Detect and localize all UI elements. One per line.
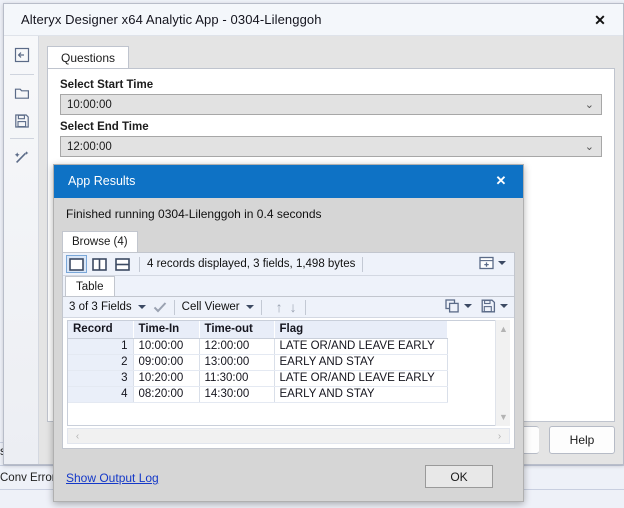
cell-flag: LATE OR/AND LEAVE EARLY xyxy=(274,338,448,355)
ok-button[interactable]: OK xyxy=(425,465,493,488)
select-end-time-dropdown[interactable]: 12:00:00 ⌄ xyxy=(60,136,602,157)
records-info-text: 4 records displayed, 3 fields, 1,498 byt… xyxy=(147,258,356,270)
toolbar-separator-3 xyxy=(173,299,175,315)
cell-flag: EARLY AND STAY xyxy=(274,354,448,371)
app-tabstrip: Questions xyxy=(47,46,615,69)
table-row[interactable]: 3 10:20:00 11:30:00 LATE OR/AND LEAVE EA… xyxy=(68,370,448,387)
cell-record: 2 xyxy=(68,354,134,371)
label-select-end-time: Select End Time xyxy=(60,121,149,133)
move-down-icon[interactable]: ↓ xyxy=(290,299,297,315)
move-up-icon[interactable]: ↑ xyxy=(276,299,283,315)
grid-horizontal-scrollbar[interactable]: ‹ › xyxy=(67,428,510,444)
toolbar-separator-2 xyxy=(362,256,364,272)
cell-time-in: 10:20:00 xyxy=(133,370,200,387)
tab-browse[interactable]: Browse (4) xyxy=(62,231,138,252)
fields-count-label[interactable]: 3 of 3 Fields xyxy=(69,301,132,313)
cell-time-out: 14:30:00 xyxy=(199,386,275,403)
tab-table[interactable]: Table xyxy=(65,276,115,296)
add-table-icon[interactable] xyxy=(479,256,506,270)
cell-flag: LATE OR/AND LEAVE EARLY xyxy=(274,370,448,387)
cell-time-out: 12:00:00 xyxy=(199,338,275,355)
chevron-down-icon[interactable] xyxy=(498,261,506,265)
chevron-down-icon[interactable] xyxy=(464,304,472,308)
horizontal-split-icon[interactable] xyxy=(113,256,132,272)
browse-tabstrip: Browse (4) xyxy=(62,231,515,252)
browse-toolbar: 4 records displayed, 3 fields, 1,498 byt… xyxy=(63,253,514,276)
magic-wand-icon[interactable] xyxy=(11,146,33,168)
cell-time-in: 08:20:00 xyxy=(133,386,200,403)
cell-time-in: 10:00:00 xyxy=(133,338,200,355)
folder-icon[interactable] xyxy=(11,82,33,104)
select-start-time-value: 10:00:00 xyxy=(67,98,112,111)
select-end-time-value: 12:00:00 xyxy=(67,140,112,153)
table-header-row: Record Time-In Time-out Flag xyxy=(68,321,448,339)
app-window-title: Alteryx Designer x64 Analytic App - 0304… xyxy=(21,12,322,27)
checkmark-icon[interactable] xyxy=(153,301,167,313)
close-icon[interactable]: ✕ xyxy=(491,172,511,190)
select-start-time-dropdown[interactable]: 10:00:00 ⌄ xyxy=(60,94,602,115)
column-header-flag[interactable]: Flag xyxy=(274,321,448,339)
bg-label-conv-error: Conv Error xyxy=(0,472,56,484)
cell-time-in: 09:00:00 xyxy=(133,354,200,371)
results-titlebar: App Results ✕ xyxy=(54,165,523,198)
table-row[interactable]: 4 08:20:00 14:30:00 EARLY AND STAY xyxy=(68,386,448,403)
browse-panel: 4 records displayed, 3 fields, 1,498 byt… xyxy=(62,252,515,449)
label-select-start-time: Select Start Time xyxy=(60,79,154,91)
show-output-log-link[interactable]: Show Output Log xyxy=(66,471,159,485)
cell-record: 4 xyxy=(68,386,134,403)
cell-flag: EARLY AND STAY xyxy=(274,386,448,403)
scroll-down-icon[interactable]: ▼ xyxy=(496,410,511,424)
column-header-time-in[interactable]: Time-In xyxy=(133,321,200,339)
chevron-down-icon[interactable] xyxy=(500,304,508,308)
toolbar-separator xyxy=(139,256,140,272)
copy-icon[interactable] xyxy=(445,299,460,313)
cell-time-out: 11:30:00 xyxy=(199,370,275,387)
close-icon[interactable]: ✕ xyxy=(587,9,613,31)
cell-viewer-label[interactable]: Cell Viewer xyxy=(182,301,240,313)
field-toolbar: 3 of 3 Fields Cell Viewer ↑ ↓ xyxy=(63,296,514,318)
save-icon[interactable] xyxy=(481,299,496,313)
column-header-time-out[interactable]: Time-out xyxy=(199,321,275,339)
app-results-dialog: App Results ✕ Finished running 0304-Lile… xyxy=(53,164,524,502)
save-icon[interactable] xyxy=(11,110,33,132)
results-status-text: Finished running 0304-Lilenggoh in 0.4 s… xyxy=(66,207,322,221)
scroll-up-icon[interactable]: ▲ xyxy=(496,322,511,336)
help-button[interactable]: Help xyxy=(549,426,615,454)
app-titlebar: Alteryx Designer x64 Analytic App - 0304… xyxy=(4,4,623,36)
results-table: Record Time-In Time-out Flag 1 10:00:00 … xyxy=(68,321,448,403)
cell-record: 3 xyxy=(68,370,134,387)
vertical-split-icon[interactable] xyxy=(90,256,109,272)
chevron-down-icon: ⌄ xyxy=(584,99,594,111)
rail-separator-2 xyxy=(10,138,34,139)
toolbar-separator-5 xyxy=(304,299,306,315)
tab-questions[interactable]: Questions xyxy=(47,46,130,69)
table-tabstrip: Table xyxy=(63,276,514,296)
column-header-record[interactable]: Record xyxy=(68,321,134,339)
results-dialog-title: App Results xyxy=(68,174,136,188)
table-row[interactable]: 1 10:00:00 12:00:00 LATE OR/AND LEAVE EA… xyxy=(68,338,448,355)
single-pane-icon[interactable] xyxy=(66,255,87,273)
results-grid[interactable]: Record Time-In Time-out Flag 1 10:00:00 … xyxy=(67,320,510,426)
table-row[interactable]: 2 09:00:00 13:00:00 EARLY AND STAY xyxy=(68,354,448,371)
cell-time-out: 13:00:00 xyxy=(199,354,275,371)
scroll-left-icon[interactable]: ‹ xyxy=(70,429,85,443)
icon-rail xyxy=(4,36,39,464)
chevron-down-icon[interactable] xyxy=(245,305,254,309)
cell-record: 1 xyxy=(68,338,134,355)
chevron-down-icon: ⌄ xyxy=(584,141,594,153)
chevron-down-icon[interactable] xyxy=(137,305,146,309)
scroll-right-icon[interactable]: › xyxy=(492,429,507,443)
back-arrow-icon[interactable] xyxy=(11,44,33,66)
grid-vertical-scrollbar[interactable]: ▲ ▼ xyxy=(495,320,510,426)
rail-separator-1 xyxy=(10,74,34,75)
toolbar-separator-4 xyxy=(260,299,262,315)
